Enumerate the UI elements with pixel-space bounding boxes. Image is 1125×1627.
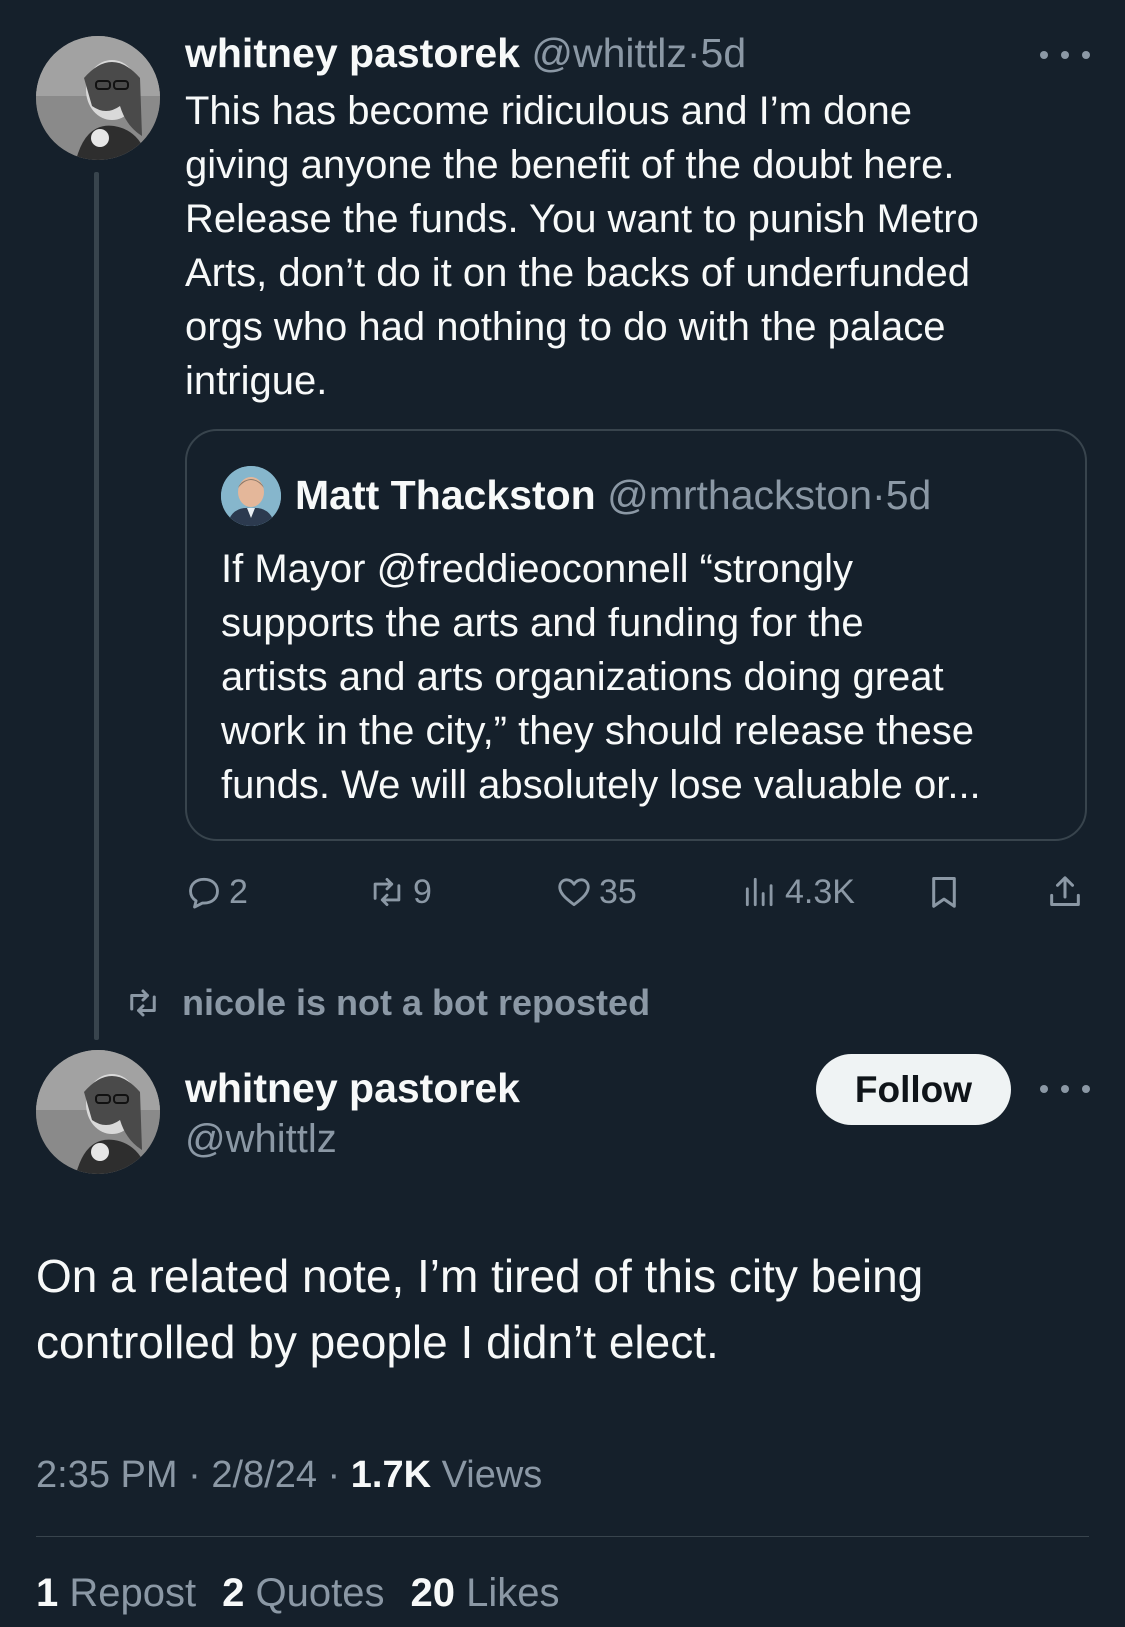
author-photo-icon — [36, 36, 160, 160]
quoted-post-card[interactable]: Matt Thackston @mrthackston·5d If Mayor … — [185, 429, 1087, 841]
reply-count: 2 — [229, 872, 248, 911]
quoted-post-time: 5d — [885, 472, 932, 518]
post-text-line: orgs who had nothing to do with the pala… — [185, 305, 946, 349]
follow-button[interactable]: Follow — [816, 1054, 1011, 1125]
quotes-stat[interactable]: 2 Quotes — [222, 1571, 384, 1615]
author-handle[interactable]: @whittlz — [185, 1113, 337, 1165]
like-count: 35 — [599, 872, 637, 911]
bookmark-button[interactable] — [925, 867, 969, 917]
reposted-by-banner[interactable]: nicole is not a bot reposted — [122, 978, 650, 1028]
avatar[interactable] — [36, 36, 160, 160]
post-text-line: controlled by people I didn’t elect. — [36, 1316, 719, 1368]
post-text-line: giving anyone the benefit of the doubt h… — [185, 143, 955, 187]
quoted-author-avatar — [221, 466, 281, 526]
views-icon — [745, 877, 773, 907]
avatar[interactable] — [36, 1050, 160, 1174]
time-separator: · — [686, 30, 701, 76]
post-text: On a related note, I’m tired of this cit… — [36, 1243, 923, 1375]
reply-icon — [189, 877, 219, 909]
post-header: whitney pastorek @whittlz·5d — [185, 28, 746, 78]
post-time[interactable]: 5d — [701, 30, 747, 76]
views-button[interactable]: 4.3K — [741, 867, 855, 917]
quotes-count: 2 — [222, 1571, 245, 1615]
quoted-text-line: If Mayor @freddieoconnell “strongly — [221, 547, 853, 591]
repost-icon — [130, 989, 156, 1017]
author-handle[interactable]: @whittlz — [531, 30, 687, 76]
quoted-text-line: artists and arts organizations doing gre… — [221, 655, 944, 699]
quoted-time-separator: · — [872, 472, 886, 518]
author-photo-icon — [36, 1050, 160, 1174]
quoted-text-line: supports the arts and funding for the — [221, 601, 864, 645]
quoted-text-line: funds. We will absolutely lose valuable … — [221, 763, 981, 807]
divider — [36, 1536, 1089, 1537]
more-options-icon[interactable] — [1040, 45, 1090, 65]
post-action-bar: 2 9 35 4.3K — [185, 867, 1085, 917]
post-date[interactable]: 2/8/24 — [211, 1454, 317, 1496]
likes-count: 20 — [410, 1571, 455, 1615]
reposts-label: Repost — [69, 1571, 197, 1615]
quoted-author-handle: @mrthackston — [607, 472, 873, 518]
meta-separator: · — [188, 1454, 201, 1496]
views-count: 4.3K — [785, 872, 855, 911]
post-metadata: 2:35 PM · 2/8/24 · 1.7K Views — [36, 1450, 542, 1500]
post-text-line: On a related note, I’m tired of this cit… — [36, 1250, 924, 1302]
quoted-author-photo-icon — [221, 466, 281, 526]
reposts-stat[interactable]: 1 Repost — [36, 1571, 196, 1615]
like-icon — [558, 878, 590, 907]
quoted-post-text: If Mayor @freddieoconnell “strongly supp… — [221, 542, 981, 812]
post-text-line: intrigue. — [185, 359, 328, 403]
post-text-line: Arts, don’t do it on the backs of underf… — [185, 251, 970, 295]
likes-stat[interactable]: 20 Likes — [410, 1571, 559, 1615]
views-label: Views — [441, 1454, 543, 1496]
author-name[interactable]: whitney pastorek — [185, 1062, 520, 1114]
post-text: This has become ridiculous and I’m done … — [185, 84, 1085, 408]
likes-label: Likes — [466, 1571, 560, 1615]
quoted-post-header: Matt Thackston @mrthackston·5d — [295, 470, 931, 520]
repost-icon — [373, 877, 401, 907]
reposts-count: 1 — [36, 1571, 59, 1615]
post-text-line: This has become ridiculous and I’m done — [185, 89, 913, 133]
meta-separator: · — [327, 1454, 341, 1496]
thread-connector-line — [94, 172, 99, 1040]
author-name[interactable]: whitney pastorek — [185, 30, 520, 76]
post-time[interactable]: 2:35 PM — [36, 1454, 178, 1496]
post-text-line: Release the funds. You want to punish Me… — [185, 197, 979, 241]
reply-button[interactable]: 2 — [185, 867, 248, 917]
quoted-text-line: work in the city,” they should release t… — [221, 709, 974, 753]
post-thread-page: whitney pastorek @whittlz·5d This has be… — [0, 0, 1125, 1627]
like-button[interactable]: 35 — [555, 867, 637, 917]
repost-count: 9 — [413, 872, 432, 911]
quotes-label: Quotes — [255, 1571, 385, 1615]
repost-button[interactable]: 9 — [367, 867, 432, 917]
more-options-icon[interactable] — [1040, 1079, 1090, 1099]
reposted-by-text: nicole is not a bot reposted — [182, 982, 651, 1023]
bookmark-icon — [932, 877, 956, 908]
views-count: 1.7K — [350, 1454, 432, 1496]
engagement-stats: 1 Repost 2 Quotes 20 Likes — [36, 1567, 559, 1619]
quoted-author-name: Matt Thackston — [295, 472, 596, 518]
share-button[interactable] — [1045, 867, 1091, 917]
share-icon — [1050, 876, 1080, 906]
